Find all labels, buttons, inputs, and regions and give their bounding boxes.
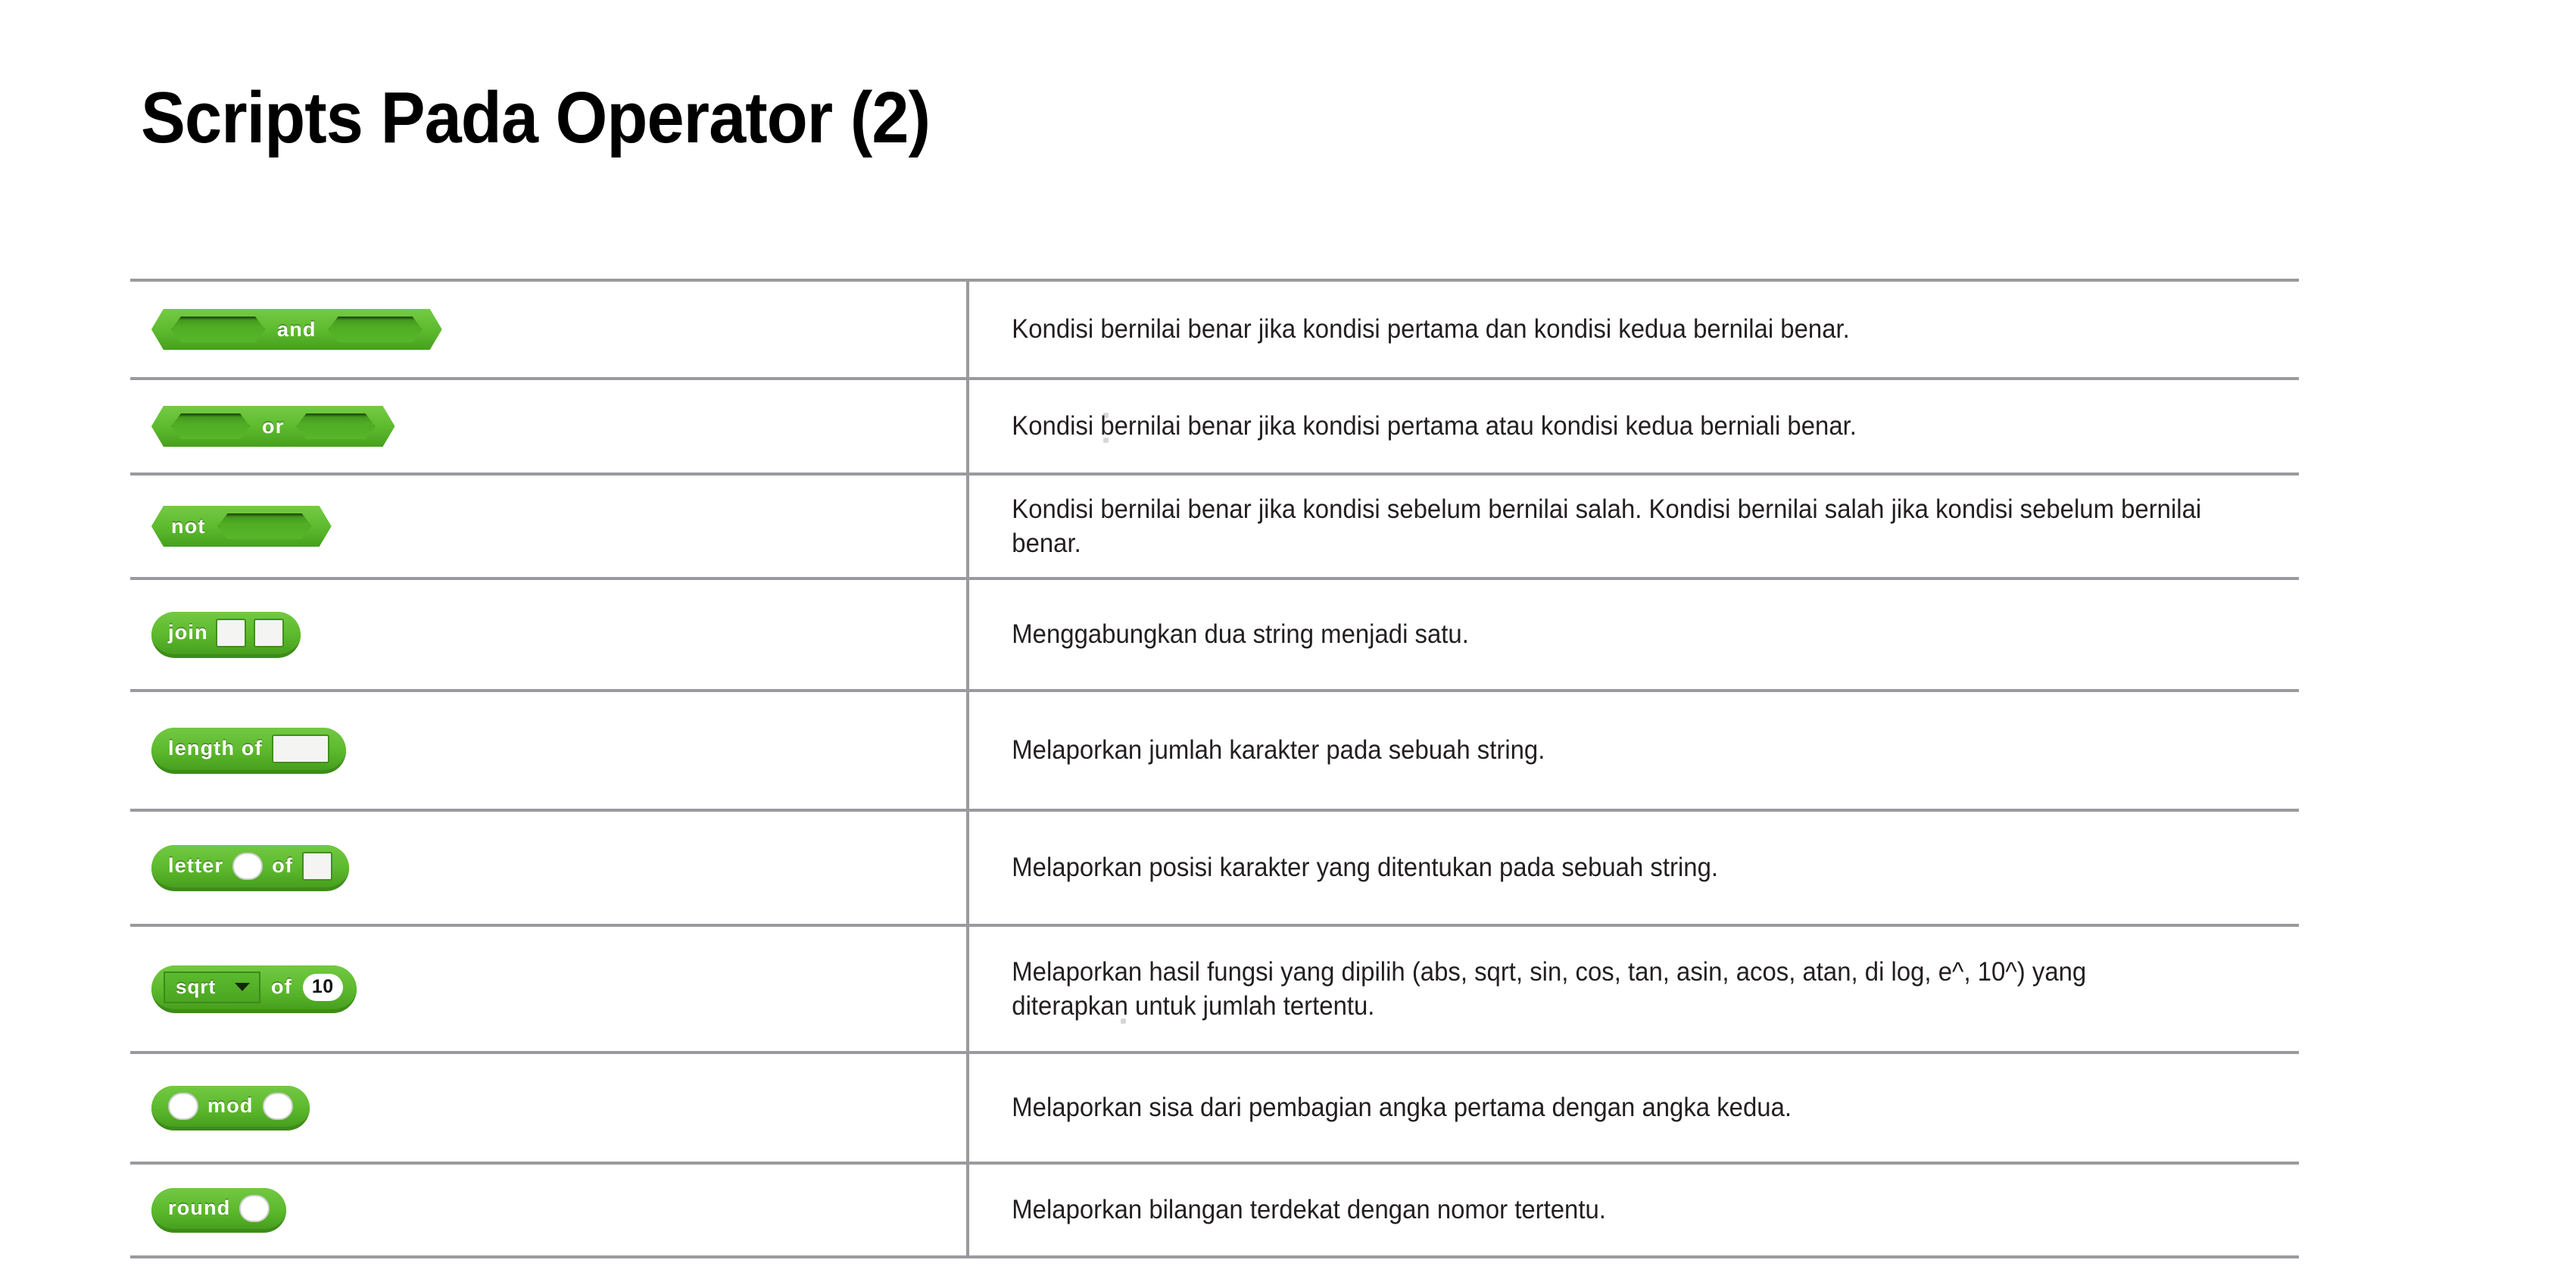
description-text: Melaporkan hasil fungsi yang dipilih (ab… [1012,956,2087,1021]
text-input-slot[interactable] [302,851,333,881]
mod-block[interactable]: mod [151,1085,310,1131]
table-row: not Kondisi bernilai benar jika kondisi … [130,474,2299,579]
block-label: mod [207,1094,254,1117]
number-input-slot[interactable]: 10 [302,973,343,1001]
text-input-slot[interactable] [253,618,284,647]
description-text: Melaporkan posisi karakter yang ditentuk… [1012,853,1719,883]
block-cell: not [130,474,969,579]
description-cell: Kondisi bernilai benar jika kondisi pert… [968,379,2219,474]
function-dropdown[interactable]: sqrt [164,971,260,1003]
block-label: length of [168,737,263,759]
block-label: round [168,1196,231,1219]
text-input-slot[interactable] [271,734,329,763]
or-block[interactable]: or [151,406,395,447]
block-cell: or [130,379,969,474]
boolean-slot[interactable] [329,317,423,342]
table-row: and Kondisi bernilai benar jika kondisi … [130,280,2299,379]
length-of-block[interactable]: length of [151,727,346,774]
description-text: Melaporkan jumlah karakter pada sebuah s… [1012,735,1545,766]
boolean-slot[interactable] [171,413,250,439]
number-input-slot[interactable] [168,1092,198,1120]
join-block[interactable]: join [151,611,301,658]
text-input-slot[interactable] [215,618,246,647]
block-label: not [171,514,206,538]
block-label-of: of [271,975,292,998]
table-row: letter of Melaporkan posisi karakter yan… [130,810,2299,925]
description-text: Kondisi bernilai benar jika kondisi sebe… [1012,494,2202,559]
table-row: join Menggabungkan dua string menjadi sa… [130,579,2299,691]
block-label: letter [168,854,224,877]
boolean-slot[interactable] [218,513,312,539]
boolean-slot[interactable] [171,317,265,342]
not-block[interactable]: not [151,506,332,547]
block-cell: join [130,579,969,691]
sqrt-of-block[interactable]: sqrt of 10 [151,965,357,1013]
block-cell: round [130,1163,969,1257]
description-text: Menggabungkan dua string menjadi satu. [1012,619,1469,650]
operator-blocks-table: and Kondisi bernilai benar jika kondisi … [130,279,2299,1258]
table-row: mod Melaporkan sisa dari pembagian angka… [130,1053,2299,1163]
block-cell: letter of [130,810,969,925]
description-cell: Melaporkan hasil fungsi yang dipilih (ab… [968,925,2219,1053]
number-input-slot[interactable] [239,1194,270,1222]
letter-of-block[interactable]: letter of [151,844,350,891]
block-cell: sqrt of 10 [130,925,969,1053]
description-text: Kondisi bernilai benar jika kondisi pert… [1012,314,1850,345]
block-cell: length of [130,691,969,810]
description-text: Kondisi bernilai benar jika kondisi pert… [1012,411,1857,441]
block-cell: mod [130,1053,969,1163]
description-cell: Melaporkan bilangan terdekat dengan nomo… [968,1163,2219,1257]
page-title: Scripts Pada Operator (2) [141,77,931,158]
number-input-slot[interactable] [232,852,264,880]
description-text: Melaporkan bilangan terdekat dengan nomo… [1012,1195,1606,1225]
description-cell: Melaporkan sisa dari pembagian angka per… [968,1053,2219,1163]
block-label: or [262,414,285,438]
block-label-of: of [272,854,294,877]
description-cell: Melaporkan jumlah karakter pada sebuah s… [968,691,2219,810]
description-cell: Kondisi bernilai benar jika kondisi sebe… [968,474,2219,579]
table-row: length of Melaporkan jumlah karakter pad… [130,691,2299,810]
description-text: Melaporkan sisa dari pembagian angka per… [1012,1093,1792,1123]
boolean-slot[interactable] [296,413,375,439]
round-block[interactable]: round [151,1187,287,1233]
description-cell: Menggabungkan dua string menjadi satu. [968,579,2219,691]
description-cell: Kondisi bernilai benar jika kondisi pert… [968,280,2219,379]
table-row: round Melaporkan bilangan terdekat denga… [130,1163,2299,1257]
table-row: or Kondisi bernilai benar jika kondisi p… [130,379,2299,474]
description-cell: Melaporkan posisi karakter yang ditentuk… [968,810,2219,925]
block-label: and [277,317,317,341]
block-label: join [168,621,208,644]
table-row: sqrt of 10 Melaporkan hasil fungsi yang … [130,925,2299,1053]
and-block[interactable]: and [151,309,442,350]
number-input-slot[interactable] [262,1092,293,1120]
dropdown-value: sqrt [176,975,217,998]
chevron-down-icon [235,983,250,991]
block-cell: and [130,280,969,379]
